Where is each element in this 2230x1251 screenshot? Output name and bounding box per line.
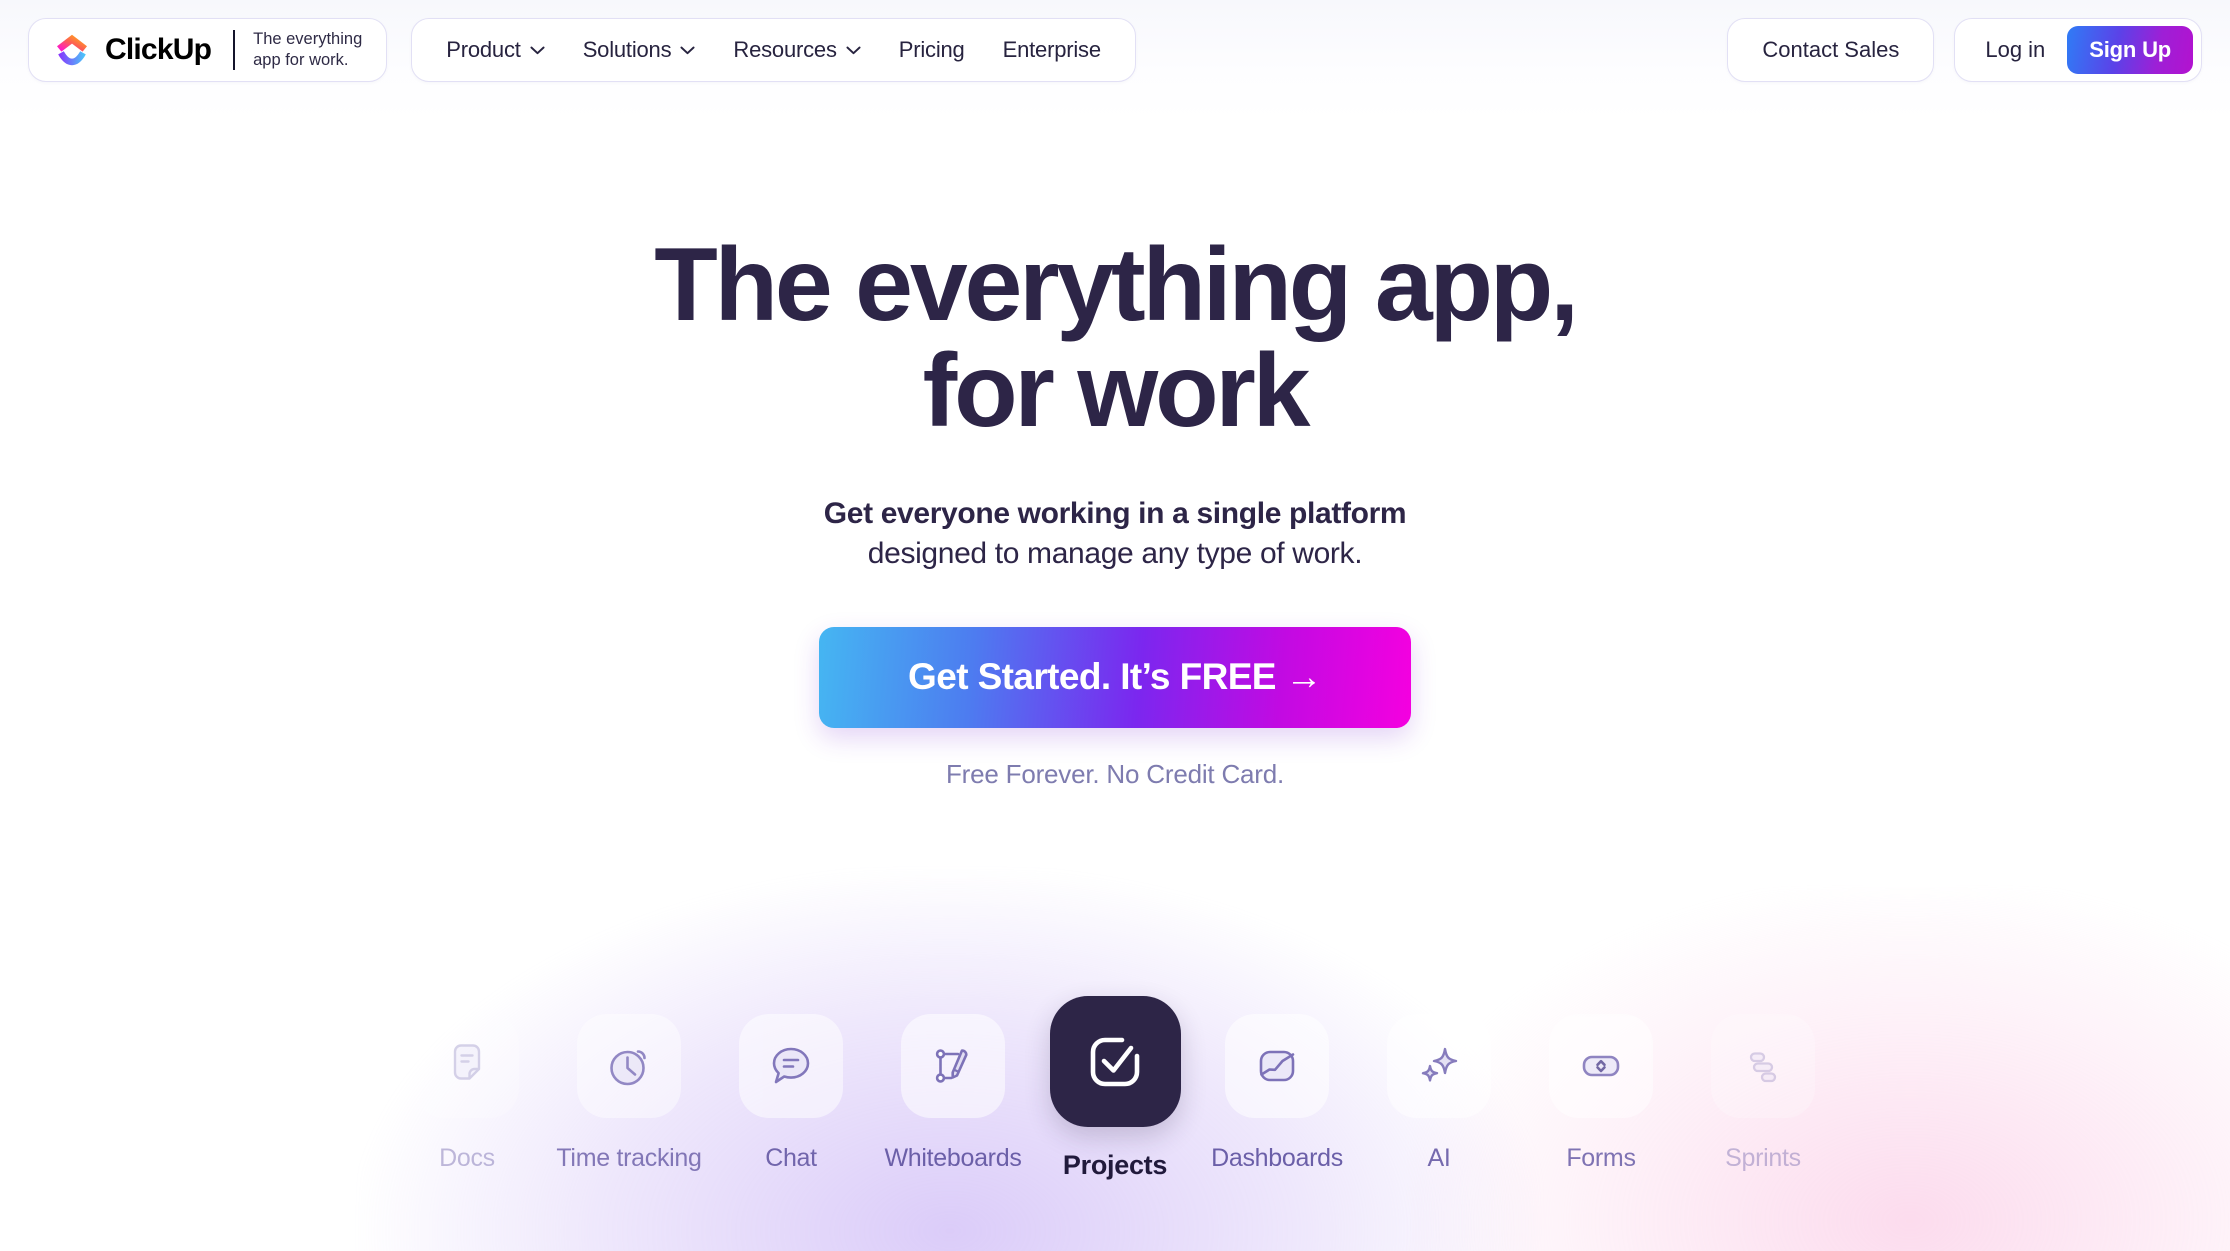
feature-label: Whiteboards: [884, 1144, 1022, 1172]
nav-item-product[interactable]: Product: [446, 37, 545, 63]
feature-label: Docs: [439, 1144, 495, 1172]
feature-tab-time-tracking[interactable]: Time tracking: [548, 996, 710, 1173]
header-actions: Contact Sales Log in Sign Up: [1727, 18, 2202, 82]
get-started-button[interactable]: Get Started. It’s FREE →: [819, 626, 1411, 728]
chart-icon: [1252, 1041, 1302, 1091]
nav-label-resources: Resources: [733, 37, 837, 62]
cta-container: Get Started. It’s FREE →: [0, 626, 2230, 728]
hero-subtitle: Get everyone working in a single platfor…: [0, 494, 2230, 574]
hero-section: The everything app, for work Get everyon…: [0, 100, 2230, 790]
feature-tile: [1225, 1014, 1329, 1118]
feature-tabs: Docs Time tracking Chat Whiteboards Proj…: [0, 996, 2230, 1251]
feature-tab-sprints[interactable]: Sprints: [1682, 996, 1844, 1173]
bars-icon: [1738, 1041, 1788, 1091]
nav-label-solutions: Solutions: [582, 37, 672, 62]
logo-wordmark: ClickUp: [105, 33, 212, 66]
page-title-line1: The everything app,: [654, 227, 1579, 343]
feature-label: Chat: [765, 1144, 817, 1172]
nav-item-pricing[interactable]: Pricing: [899, 37, 965, 63]
nav-item-resources[interactable]: Resources: [733, 37, 861, 63]
feature-label: Projects: [1062, 1150, 1168, 1180]
site-header: ClickUp The everything app for work. Pro…: [0, 0, 2230, 100]
feature-label: Sprints: [1725, 1144, 1801, 1172]
feature-tile: [1387, 1014, 1491, 1118]
checkbox-icon: [1079, 1026, 1151, 1098]
chat-bubble-icon: [766, 1041, 816, 1091]
feature-tile: [901, 1014, 1005, 1118]
feature-label: Time tracking: [556, 1144, 702, 1172]
feature-label: AI: [1427, 1144, 1451, 1172]
feature-tab-dashboards[interactable]: Dashboards: [1196, 996, 1358, 1173]
select-field-icon: [1576, 1041, 1626, 1091]
hero-subtitle-bold: Get everyone working in a single platfor…: [823, 497, 1407, 531]
feature-label: Dashboards: [1211, 1144, 1343, 1172]
clock-icon: [604, 1041, 654, 1091]
auth-pill: Log in Sign Up: [1954, 18, 2202, 82]
chevron-down-icon: [530, 46, 545, 55]
document-icon: [442, 1041, 492, 1091]
pencil-frame-icon: [928, 1041, 978, 1091]
logo-pill[interactable]: ClickUp The everything app for work.: [28, 18, 388, 82]
nav-label-enterprise: Enterprise: [1002, 37, 1101, 62]
chevron-down-icon: [680, 46, 695, 55]
chevron-down-icon: [846, 46, 861, 55]
sparkles-icon: [1414, 1041, 1464, 1091]
nav-label-pricing: Pricing: [898, 37, 965, 62]
feature-tile: [739, 1014, 843, 1118]
signup-button[interactable]: Sign Up: [2067, 26, 2193, 74]
feature-tab-docs[interactable]: Docs: [386, 996, 548, 1173]
feature-tab-ai[interactable]: AI: [1358, 996, 1520, 1173]
feature-tile: [415, 1014, 519, 1118]
nav-label-product: Product: [446, 37, 521, 62]
contact-sales-button[interactable]: Contact Sales: [1727, 18, 1935, 82]
hero-subtitle-regular: designed to manage any type of work.: [867, 537, 1363, 571]
feature-label: Forms: [1566, 1144, 1636, 1172]
feature-tile: [1549, 1014, 1653, 1118]
feature-tile-active: [1049, 996, 1181, 1127]
page-title-line2: for work: [922, 333, 1311, 450]
logo-tagline-line1: The everything: [253, 29, 363, 48]
main-navigation: Product Solutions Resources Pricing Ente…: [411, 18, 1136, 82]
feature-tab-whiteboards[interactable]: Whiteboards: [872, 996, 1034, 1173]
feature-tab-projects[interactable]: Projects: [1034, 996, 1196, 1181]
login-link[interactable]: Log in: [1985, 37, 2045, 63]
feature-tab-forms[interactable]: Forms: [1520, 996, 1682, 1173]
logo-tagline: The everything app for work.: [253, 29, 362, 71]
clickup-logo-icon: [55, 33, 89, 67]
feature-tile: [577, 1014, 681, 1118]
page-title: The everything app, for work: [0, 232, 2230, 444]
nav-item-solutions[interactable]: Solutions: [583, 37, 696, 63]
logo-divider: [233, 30, 236, 70]
logo-tagline-line2: app for work.: [253, 51, 349, 69]
feature-tab-chat[interactable]: Chat: [710, 996, 872, 1173]
feature-tile: [1711, 1014, 1815, 1118]
cta-disclaimer: Free Forever. No Credit Card.: [945, 758, 1285, 789]
nav-item-enterprise[interactable]: Enterprise: [1003, 37, 1101, 63]
